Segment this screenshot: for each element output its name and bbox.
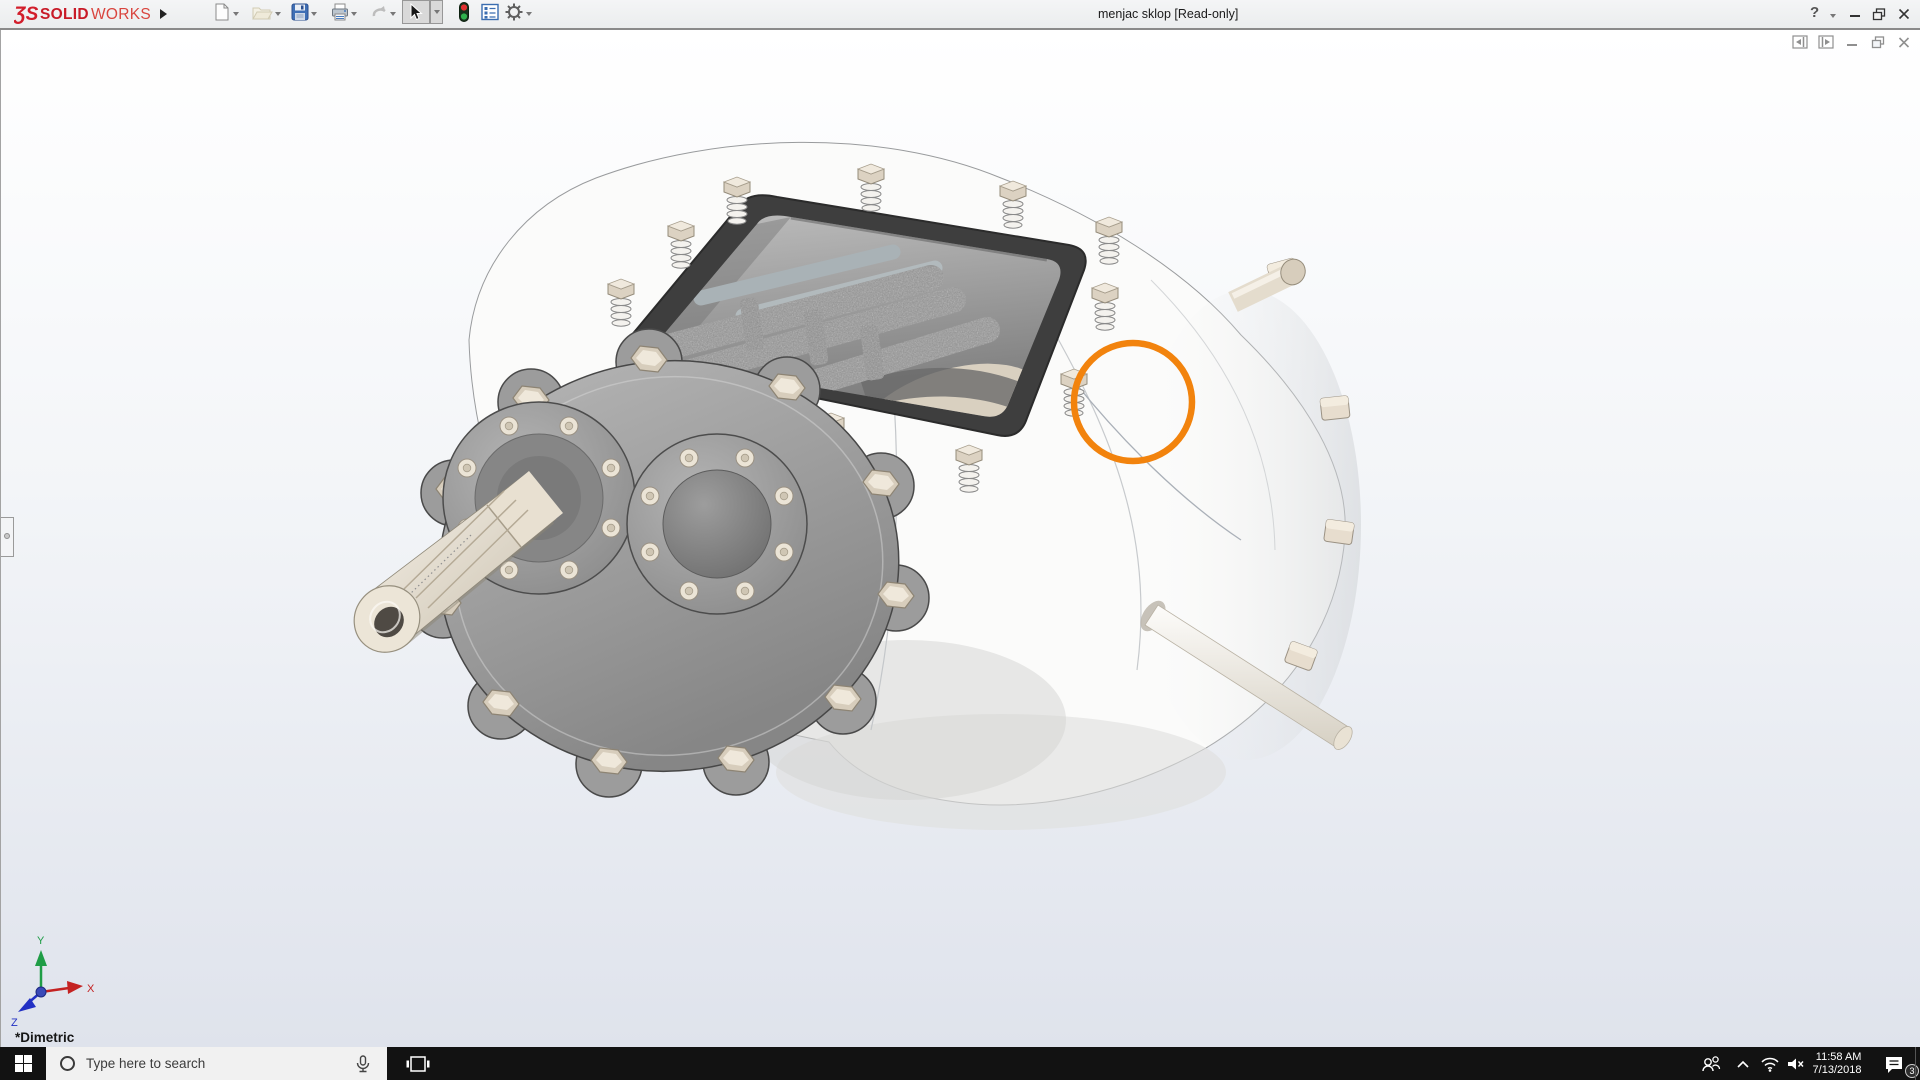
action-center-icon <box>1886 1056 1902 1073</box>
flyout-arrow-icon <box>160 9 167 19</box>
new-document-icon <box>215 3 229 21</box>
settings-caret[interactable] <box>526 0 532 28</box>
settings-button[interactable] <box>502 0 526 24</box>
pane-left-icon <box>1791 34 1808 49</box>
close-icon <box>1898 8 1910 20</box>
help-caret[interactable] <box>1830 2 1836 30</box>
wifi-icon <box>1761 1057 1779 1072</box>
save-caret[interactable] <box>311 0 317 28</box>
doc-restore-icon <box>1871 35 1884 48</box>
new-document-caret[interactable] <box>233 0 239 28</box>
help-button[interactable]: ? <box>1810 4 1819 21</box>
model-canvas[interactable]: Y X Z <box>1 30 1920 1047</box>
cortana-icon <box>60 1056 75 1071</box>
microphone-icon[interactable] <box>354 1054 372 1074</box>
select-button[interactable] <box>402 0 430 24</box>
undo-button[interactable] <box>368 0 392 24</box>
open-folder-icon <box>252 7 273 20</box>
pane-right-icon <box>1817 34 1834 49</box>
traffic-light-icon <box>459 2 469 22</box>
save-button[interactable] <box>288 0 312 24</box>
triad-y-label: Y <box>37 935 45 947</box>
minimize-icon <box>1850 15 1860 17</box>
brand-mark: ƷS <box>14 4 39 25</box>
desktop: ƷS SOLID WORKS menjac sklop [Read-only] … <box>0 0 1920 1080</box>
undo-caret[interactable] <box>390 0 396 28</box>
collapse-pane-right-button[interactable] <box>1817 34 1834 49</box>
windows-logo-icon <box>14 1055 32 1072</box>
orientation-triad: Y X Z <box>11 935 95 1029</box>
properties-list-button[interactable] <box>478 0 502 24</box>
restore-button[interactable] <box>1872 0 1886 28</box>
action-center-button[interactable]: 3 <box>1874 1047 1919 1080</box>
menu-flyout-button[interactable] <box>160 0 167 28</box>
tray-date: 7/13/2018 <box>1812 1063 1862 1076</box>
solidworks-logo: ƷS SOLID WORKS <box>14 0 164 28</box>
doc-minimize-button[interactable] <box>1843 34 1860 49</box>
select-cursor-icon <box>410 3 423 21</box>
traffic-light-button[interactable] <box>452 0 476 24</box>
print-caret[interactable] <box>351 0 357 28</box>
show-desktop-button[interactable] <box>1915 1047 1920 1080</box>
doc-restore-button[interactable] <box>1869 34 1886 49</box>
open-caret[interactable] <box>275 0 281 28</box>
document-window-controls <box>1791 34 1912 49</box>
taskbar-search[interactable] <box>46 1047 387 1080</box>
windows-taskbar: e C:\_ <box>0 1047 1920 1080</box>
solidworks-logo-icon: ƷS SOLID WORKS <box>14 4 151 25</box>
tray-time: 11:58 AM <box>1815 1050 1862 1063</box>
speaker-mute-icon <box>1788 1058 1804 1069</box>
triad-x-label: X <box>87 983 95 995</box>
stub-shaft[interactable] <box>1228 255 1310 312</box>
gear-icon <box>505 3 523 21</box>
tray-people-button[interactable] <box>1694 1047 1728 1080</box>
brand-bold: SOLID <box>40 6 89 23</box>
open-button[interactable] <box>250 0 274 24</box>
output-shaft-boss[interactable] <box>626 433 808 615</box>
task-view-icon <box>406 1055 430 1072</box>
doc-minimize-icon <box>1846 43 1857 46</box>
select-caret[interactable] <box>430 0 443 24</box>
save-floppy-icon <box>291 3 309 21</box>
restore-icon <box>1872 8 1886 21</box>
view-orientation-label: *Dimetric <box>15 1030 75 1045</box>
collapse-pane-left-button[interactable] <box>1791 34 1808 49</box>
people-icon <box>1702 1055 1721 1071</box>
chevron-up-icon <box>1737 1060 1749 1068</box>
minimize-button[interactable] <box>1848 0 1862 28</box>
tray-clock[interactable]: 11:58 AM 7/13/2018 <box>1806 1047 1868 1080</box>
brand-light: WORKS <box>91 6 151 23</box>
print-icon <box>332 3 348 21</box>
document-title: menjac sklop [Read-only] <box>1098 7 1239 21</box>
properties-list-icon <box>481 3 499 21</box>
triad-z-label: Z <box>11 1017 18 1029</box>
doc-close-button[interactable] <box>1895 34 1912 49</box>
start-button[interactable] <box>0 1047 46 1080</box>
feature-pane-tab[interactable] <box>1 517 14 557</box>
close-button[interactable] <box>1897 0 1911 28</box>
tray-network-button[interactable] <box>1756 1047 1784 1080</box>
search-input[interactable] <box>86 1056 326 1071</box>
undo-icon <box>372 6 386 17</box>
tray-overflow-button[interactable] <box>1730 1047 1756 1080</box>
titlebar: ƷS SOLID WORKS menjac sklop [Read-only] … <box>0 0 1920 30</box>
pane-tab-dot-icon <box>4 533 10 539</box>
new-document-button[interactable] <box>210 0 234 24</box>
print-button[interactable] <box>328 0 352 24</box>
graphics-viewport[interactable]: Y X Z *Dimetric <box>0 30 1920 1047</box>
task-view-button[interactable] <box>396 1047 440 1080</box>
doc-close-icon <box>1898 36 1909 48</box>
gearbox-model[interactable] <box>341 141 1361 830</box>
